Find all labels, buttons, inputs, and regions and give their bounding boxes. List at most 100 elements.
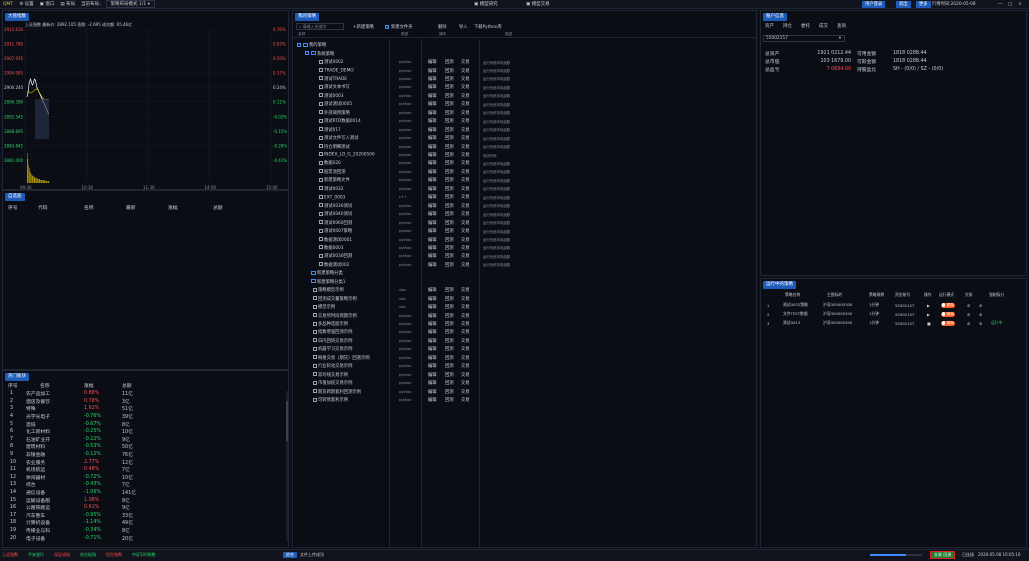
new-strategy-button[interactable]: +新建策略 xyxy=(353,24,374,30)
strategy-item[interactable]: 测试0003 python 编辑 回测 交易 运行系统本机函数 xyxy=(293,92,756,100)
strategy-example-item[interactable]: 模型示例 vba 编辑 回测 交易 xyxy=(293,303,756,311)
strategy-item[interactable]: 测试测试0005 python 编辑 回测 交易 运行系统本机函数 xyxy=(293,100,756,108)
strategy-item[interactable]: INDEX_LO_G_20200506 python 编辑 回测 交易 测试代码 xyxy=(293,151,756,159)
strategy-item[interactable]: 外部调用策略 python 编辑 回测 交易 运行系统本机函数 xyxy=(293,109,756,117)
strategy-item[interactable]: 测试文件写入测试 python 编辑 回测 交易 运行系统本机函数 xyxy=(293,134,756,142)
strategy-item[interactable]: 测试017 python 编辑 回测 交易 运行系统本机函数 xyxy=(293,126,756,134)
mode-toggle[interactable]: 模拟 xyxy=(941,320,955,326)
tab-model-trade[interactable]: ▣ 模型交易 xyxy=(526,1,550,7)
strategy-example-item[interactable]: 策略模型示例 vba 编辑 回测 交易 xyxy=(293,286,756,294)
sectors-scrollbar[interactable] xyxy=(286,391,288,541)
more-button[interactable]: 更多 xyxy=(916,0,931,8)
mode-toggle[interactable]: 模拟 xyxy=(941,311,955,317)
intraday-chart[interactable]: 2915.630 0.76% 2911.780 0.63% 2907.935 0.50% 2… xyxy=(3,27,290,191)
sector-row[interactable]: 3 特殊 1.62% 51亿 xyxy=(8,405,208,413)
sector-row[interactable]: 11 机场航运 0.48% 7亿 xyxy=(8,466,208,474)
layout-select[interactable]: 策略布局模式 1/1 ▾ xyxy=(105,0,155,8)
strategy-item[interactable]: 测试0040测试 python 编辑 回测 交易 运行系统本机函数 xyxy=(293,210,756,218)
sector-row[interactable]: 20 电子设备 -0.71% 20亿 xyxy=(8,534,208,542)
running-strategy-row[interactable]: 3 测试0013 沪深300000300 1分钟 55002157 ■ 模拟 ⚙ ⚙ 运行中 xyxy=(761,319,1028,327)
sector-row[interactable]: 7 石油矿业开 -0.22% 9亿 xyxy=(8,436,208,444)
strategy-example-item[interactable]: 机器学习交易示例 python 编辑 回测 交易 xyxy=(293,345,756,353)
menu-settings[interactable]: ⚙ 设置 xyxy=(19,1,33,7)
logout-button[interactable]: 退出 xyxy=(896,0,911,8)
sector-row[interactable]: 1 农产品加工 0.88% 11亿 xyxy=(8,390,208,398)
gear-icon[interactable]: ⚙ xyxy=(967,312,970,317)
strategy-item[interactable]: 测试0030回测 python 编辑 回测 交易 运行系统本机函数 xyxy=(293,252,756,260)
download-python-button[interactable]: 下载Python库 xyxy=(474,24,502,30)
close-icon[interactable]: × xyxy=(1018,2,1022,7)
delete-button[interactable]: 删除 xyxy=(438,24,447,30)
strategy-example-item[interactable]: 行业轮动交易示例 python 编辑 回测 交易 xyxy=(293,362,756,370)
sector-row[interactable]: 12 休闲器材 -0.72% 10亿 xyxy=(8,474,208,482)
strategy-item[interactable]: 测试0002 python 编辑 回测 交易 运行系统本机函数 xyxy=(293,58,756,66)
strategy-item[interactable]: 数据测试002 python 编辑 回测 交易 运行系统本机函数 xyxy=(293,261,756,269)
strategy-example-item[interactable]: 双均线交易示例 python 编辑 回测 交易 xyxy=(293,371,756,379)
subtab-assets[interactable]: 资产 xyxy=(765,23,774,29)
strategy-example-item[interactable]: 网格交易（期货）回测示例 python 编辑 回测 交易 xyxy=(293,354,756,362)
strategy-example-item[interactable]: 指数增强回测示例 python 编辑 回测 交易 xyxy=(293,328,756,336)
sector-row[interactable]: 2 酒店及餐饮 0.78% 3亿 xyxy=(8,398,208,406)
maximize-icon[interactable]: □ xyxy=(1008,2,1012,7)
sector-row[interactable]: 17 汽车整车 -0.95% 33亿 xyxy=(8,512,208,520)
status-tab-active[interactable]: 综合 xyxy=(283,552,297,558)
minimize-icon[interactable]: 一 xyxy=(998,1,1003,7)
status-index[interactable]: 上证指数 xyxy=(2,552,18,558)
index-chart-tab[interactable]: 大盘指数 xyxy=(5,13,29,21)
strategy-item[interactable]: 测试0060回测 python 编辑 回测 交易 运行系统本机函数 xyxy=(293,218,756,226)
status-index[interactable]: 深证成指 xyxy=(54,552,70,558)
play-icon[interactable]: ▶ xyxy=(927,312,930,317)
strategy-item[interactable]: 测试文本书写 python 编辑 回测 交易 运行系统本机函数 xyxy=(293,83,756,91)
stop-icon[interactable]: ■ xyxy=(927,321,931,326)
strategy-item[interactable]: EXT_0003 c++ 编辑 回测 交易 运行系统本机函数 xyxy=(293,193,756,201)
menu-window[interactable]: ▣ 窗口 xyxy=(40,1,55,7)
running-strategy-row[interactable]: 1 测试0032策略 沪深300000300 1分钟 55002157 ▶ 模拟 ⚙ ⚙ xyxy=(761,301,1028,309)
strategy-example-item[interactable]: 多品种选股示例 python 编辑 回测 交易 xyxy=(293,320,756,328)
gear-icon[interactable]: ⚙ xyxy=(967,321,970,326)
strategy-item[interactable]: 测试0032 python 编辑 回测 交易 运行系统本机函数 xyxy=(293,185,756,193)
strategy-item[interactable]: 新建策略文件 python 编辑 回测 交易 运行系统本机函数 xyxy=(293,176,756,184)
strategy-item[interactable]: 数据0003 python 编辑 回测 交易 运行系统本机函数 xyxy=(293,244,756,252)
status-index[interactable]: 中证500指数 xyxy=(132,552,156,558)
sector-row[interactable]: 14 通信设备 -1.06% 141亿 xyxy=(8,489,208,497)
strategy-item[interactable]: 测试0007策略 python 编辑 回测 交易 运行系统本机函数 xyxy=(293,227,756,235)
sector-row[interactable]: 4 光学光电子 -0.76% 39亿 xyxy=(8,413,208,421)
sector-row[interactable]: 10 农业服务 2.77% 12亿 xyxy=(8,458,208,466)
subtab-query[interactable]: 查询 xyxy=(837,23,846,29)
strategy-item[interactable]: 持仓明细测试 python 编辑 回测 交易 运行系统本机函数 xyxy=(293,142,756,150)
tree-folder-system[interactable]: − 系统策略 xyxy=(293,49,756,57)
settings-icon[interactable]: ⚙ xyxy=(979,312,982,317)
strategy-example-item[interactable]: 可转债套利示例 python 编辑 回测 交易 xyxy=(293,396,756,404)
sector-row[interactable]: 18 计算机设备 -1.14% 49亿 xyxy=(8,519,208,527)
tree-folder-new1[interactable]: 新建策略分类1 xyxy=(293,278,756,286)
status-index[interactable]: 创业板指 xyxy=(80,552,96,558)
strategy-example-item[interactable]: 交易所时间周期示例 python 编辑 回测 交易 xyxy=(293,311,756,319)
strategy-item[interactable]: 股票池回测 python 编辑 回测 交易 运行系统本机函数 xyxy=(293,168,756,176)
sectors-tab[interactable]: 热门板块 xyxy=(5,373,29,381)
strategy-search-input[interactable]: ⌕ 请输入关键字 xyxy=(296,23,344,30)
sector-row[interactable]: 6 化工新材料 -0.25% 10亿 xyxy=(8,428,208,436)
tab-model-research[interactable]: ▣ 模型研究 xyxy=(474,1,498,7)
tree-folder-new[interactable]: 新建策略分类 xyxy=(293,269,756,277)
strategy-item[interactable]: 测试0030测试 python 编辑 回测 交易 运行系统本机函数 xyxy=(293,202,756,210)
tree-folder-root[interactable]: − 我的策略 xyxy=(293,41,756,49)
status-index[interactable]: 平安银行 xyxy=(28,552,44,558)
strategy-item[interactable]: 数据020 python 编辑 回测 交易 运行系统本机函数 xyxy=(293,159,756,167)
play-icon[interactable]: ▶ xyxy=(927,303,930,308)
mode-toggle[interactable]: 模拟 xyxy=(941,302,955,308)
subtab-positions[interactable]: 持仓 xyxy=(783,23,792,29)
sector-row[interactable]: 9 非银金融 -0.12% 76亿 xyxy=(8,451,208,459)
sector-row[interactable]: 13 综合 -0.43% 7亿 xyxy=(8,481,208,489)
account-select[interactable]: 55002157 ▾ xyxy=(763,35,845,42)
settings-icon[interactable]: ⚙ xyxy=(979,321,982,326)
sector-row[interactable]: 15 运输设备服 1.08% 8亿 xyxy=(8,496,208,504)
strategy-item[interactable]: 数据测试0001 python 编辑 回测 交易 运行系统本机函数 xyxy=(293,235,756,243)
new-folder-button[interactable]: + 新建文件夹 xyxy=(385,24,412,30)
strategy-example-item[interactable]: 回测成交量策略示例 vba 编辑 回测 交易 xyxy=(293,295,756,303)
strategy-example-item[interactable]: 日内回转交易示例 python 编辑 回测 交易 xyxy=(293,337,756,345)
sector-row[interactable]: 16 公路铁路运 0.61% 9亿 xyxy=(8,504,208,512)
sector-row[interactable]: 5 造纸 -0.67% 8亿 xyxy=(8,420,208,428)
progress-slider[interactable] xyxy=(870,554,922,556)
gear-icon[interactable]: ⚙ xyxy=(967,303,970,308)
subtab-orders[interactable]: 委托 xyxy=(801,23,810,29)
